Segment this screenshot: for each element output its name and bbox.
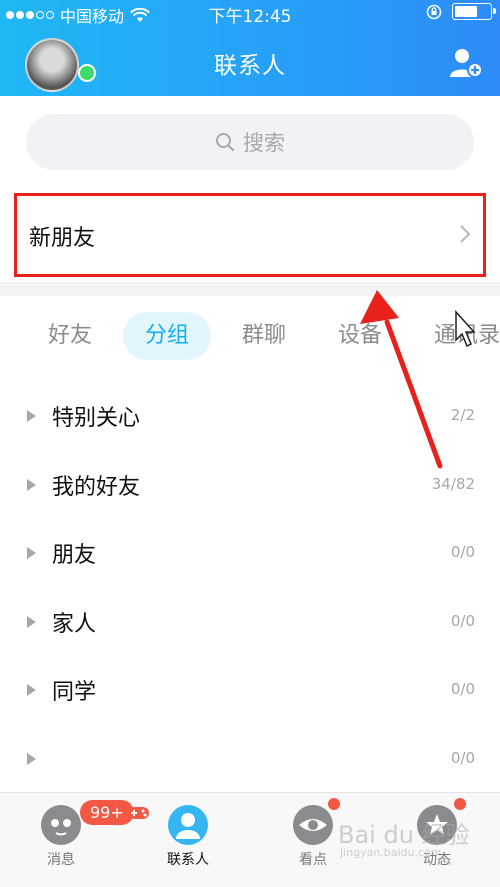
- messages-icon: [41, 805, 81, 845]
- unread-badge: 99+: [80, 800, 134, 825]
- nav-messages-label: 消息: [47, 852, 75, 868]
- group-row[interactable]: 0/0: [0, 735, 500, 785]
- group-row[interactable]: 家人 0/0: [0, 598, 500, 648]
- tab-group-chats[interactable]: 群聊: [242, 312, 286, 360]
- group-row[interactable]: 朋友 0/0: [0, 529, 500, 579]
- group-name: 同学: [52, 680, 97, 705]
- contact-tabs: 好友 分组 群聊 设备 通讯录: [0, 312, 500, 364]
- watch-notification-dot: [328, 798, 340, 810]
- group-count: 2/2: [450, 406, 475, 424]
- feed-notification-dot: [454, 798, 466, 810]
- tab-friends[interactable]: 好友: [48, 312, 92, 360]
- new-friends-label: 新朋友: [29, 226, 96, 251]
- tab-groups[interactable]: 分组: [123, 312, 212, 360]
- header-bar: 中国移动 下午12:45 联系人: [0, 0, 500, 96]
- nav-contacts-label: 联系人: [167, 852, 209, 868]
- battery-icon: [452, 3, 496, 20]
- section-divider: [0, 282, 500, 296]
- group-name: 特别关心: [52, 406, 141, 431]
- group-count: 34/82: [431, 475, 475, 493]
- expand-triangle-icon: [27, 410, 36, 422]
- nav-watch-label: 看点: [299, 852, 327, 868]
- expand-triangle-icon: [27, 684, 36, 696]
- status-time: 下午12:45: [208, 7, 292, 27]
- eye-icon: [293, 805, 333, 845]
- expand-triangle-icon: [27, 547, 36, 559]
- expand-triangle-icon: [27, 616, 36, 628]
- expand-triangle-icon: [27, 753, 36, 765]
- watermark: Bai du 经验 jingyan.baidu.com: [338, 815, 470, 859]
- status-bar: 中国移动 下午12:45: [0, 0, 500, 27]
- group-count: 0/0: [450, 749, 475, 767]
- group-count: 0/0: [450, 543, 475, 561]
- tab-address-book[interactable]: 通讯录: [434, 312, 500, 360]
- search-bar[interactable]: 搜索: [26, 114, 474, 170]
- group-name: 家人: [52, 612, 97, 637]
- group-row[interactable]: 我的好友 34/82: [0, 461, 500, 511]
- group-name: 朋友: [52, 543, 97, 568]
- search-icon: [216, 133, 235, 152]
- search-placeholder: 搜索: [243, 131, 285, 155]
- group-count: 0/0: [450, 612, 475, 630]
- nav-contacts[interactable]: 联系人: [143, 797, 233, 869]
- gamepad-icon: [129, 807, 149, 819]
- expand-triangle-icon: [27, 479, 36, 491]
- group-row[interactable]: 特别关心 2/2: [0, 392, 500, 442]
- orientation-lock-icon: [426, 4, 442, 19]
- group-row[interactable]: 同学 0/0: [0, 666, 500, 716]
- page-title: 联系人: [214, 53, 286, 79]
- watermark-text: Bai du 经验: [338, 821, 470, 849]
- group-count: 0/0: [450, 680, 475, 698]
- contacts-icon: [168, 805, 208, 845]
- new-friends-row[interactable]: 新朋友: [14, 193, 486, 277]
- tab-devices[interactable]: 设备: [338, 312, 382, 360]
- add-friend-icon[interactable]: [448, 47, 484, 79]
- chevron-right-icon: [460, 225, 471, 243]
- group-name: 我的好友: [52, 475, 141, 500]
